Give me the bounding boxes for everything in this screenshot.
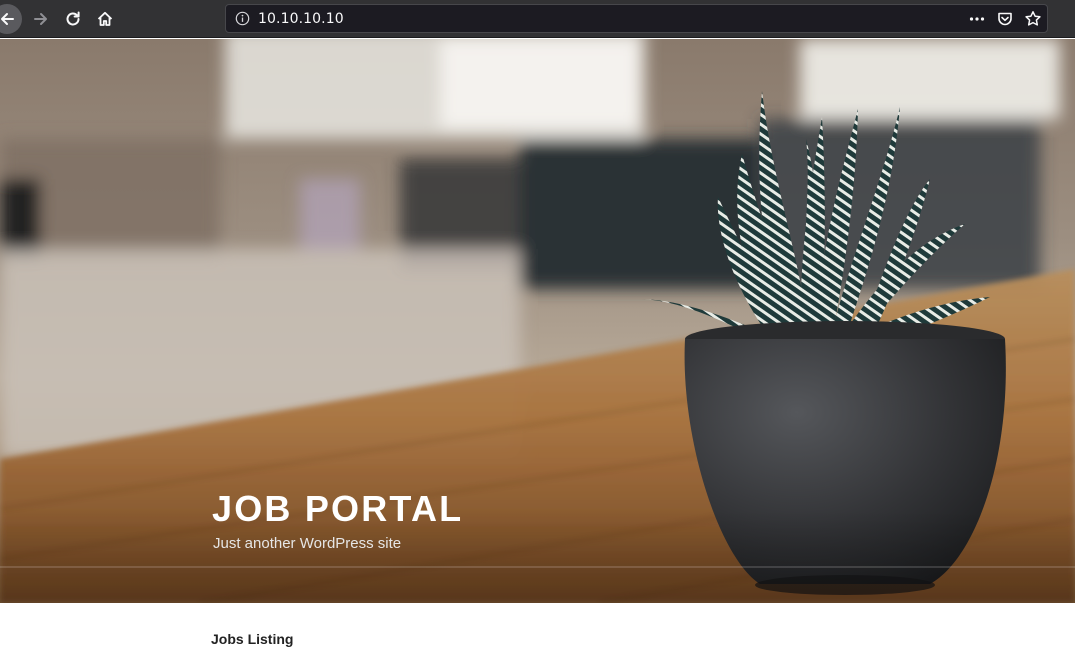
nav-item-jobs-listing[interactable]: Jobs Listing xyxy=(211,631,293,647)
url-bar[interactable]: 10.10.10.10 xyxy=(225,4,1048,33)
back-button[interactable] xyxy=(0,4,22,34)
star-icon[interactable] xyxy=(1024,10,1042,28)
url-text[interactable]: 10.10.10.10 xyxy=(258,11,344,27)
header-hero: JOB PORTAL Just another WordPress site xyxy=(0,39,1075,603)
arrow-right-icon xyxy=(34,13,47,25)
main-navigation: Jobs Listing xyxy=(0,603,1075,672)
forward-button[interactable] xyxy=(26,4,56,34)
reload-icon xyxy=(66,11,80,26)
site-title[interactable]: JOB PORTAL xyxy=(212,488,463,530)
home-button[interactable] xyxy=(90,4,120,34)
browser-toolbar: 10.10.10.10 xyxy=(0,0,1075,38)
pocket-icon[interactable] xyxy=(996,10,1014,28)
site-description: Just another WordPress site xyxy=(213,535,402,552)
branding-band xyxy=(0,510,1075,603)
home-icon xyxy=(97,11,113,26)
info-icon[interactable] xyxy=(235,11,250,26)
arrow-left-icon xyxy=(1,13,14,25)
branding-divider xyxy=(0,566,1075,568)
reload-button[interactable] xyxy=(58,4,88,34)
more-icon[interactable] xyxy=(968,10,986,28)
